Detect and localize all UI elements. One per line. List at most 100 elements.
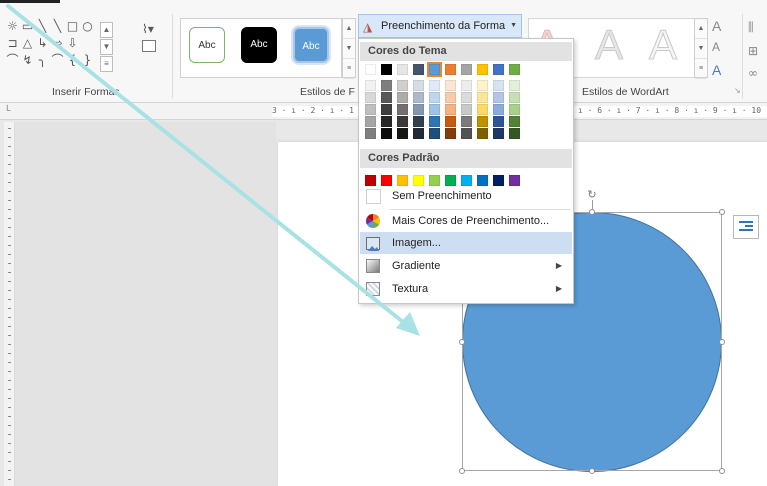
theme-shade-swatch[interactable] <box>445 128 456 139</box>
textbox-shape-icon[interactable]: ▭ <box>21 20 34 33</box>
wordart-scroll[interactable]: ▲ ▼ ≡ <box>694 18 708 79</box>
draw-textbox-icon[interactable] <box>142 40 156 52</box>
theme-shade-swatch[interactable] <box>509 116 520 127</box>
gradient-fill-item[interactable]: Gradiente ▶ <box>360 255 572 277</box>
shape-styles-scroll[interactable]: ▲ ▼ ≡ <box>342 18 356 79</box>
scroll-down-icon[interactable]: ▼ <box>343 39 355 59</box>
block-arrow-right-shape-icon[interactable]: ⇨ <box>51 37 64 50</box>
bracket-shape-icon[interactable]: ⊐ <box>6 37 19 50</box>
oval-shape-icon[interactable]: ○ <box>81 20 94 33</box>
dialog-launcher-icon[interactable]: ↘ <box>734 86 741 95</box>
theme-shade-swatch[interactable] <box>509 80 520 91</box>
gallery-up-icon[interactable]: ▲ <box>100 22 113 38</box>
theme-shade-swatch[interactable] <box>461 128 472 139</box>
theme-shade-swatch[interactable] <box>477 116 488 127</box>
edit-shape-icon[interactable]: ⌇▾ <box>142 22 154 36</box>
theme-shade-swatch[interactable] <box>397 80 408 91</box>
scroll-down-icon[interactable]: ▼ <box>695 39 707 59</box>
theme-shade-swatch[interactable] <box>413 80 424 91</box>
gallery-down-icon[interactable]: ▼ <box>100 39 113 55</box>
theme-shade-swatch[interactable] <box>445 80 456 91</box>
theme-shade-swatch[interactable] <box>429 104 440 115</box>
vertical-ruler[interactable] <box>4 122 15 486</box>
rectangle-shape-icon[interactable]: □ <box>66 20 79 33</box>
theme-shade-swatch[interactable] <box>493 92 504 103</box>
theme-shade-swatch[interactable] <box>381 80 392 91</box>
theme-shade-swatch[interactable] <box>493 116 504 127</box>
text-effects-button[interactable]: A <box>712 62 721 78</box>
shape-styles-gallery[interactable]: Abc Abc Abc <box>180 18 342 78</box>
arrow-line-shape-icon[interactable]: ╲ <box>51 20 64 33</box>
lightning-shape-icon[interactable]: ↯ <box>21 54 34 67</box>
theme-shade-swatch[interactable] <box>429 80 440 91</box>
theme-color-swatch[interactable] <box>477 64 488 75</box>
arc-shape-icon[interactable]: ⌒ <box>6 54 19 67</box>
theme-shade-swatch[interactable] <box>493 80 504 91</box>
resize-handle-top-right[interactable] <box>719 209 725 215</box>
resize-handle-left[interactable] <box>459 339 465 345</box>
more-fill-colors-item[interactable]: Mais Cores de Preenchimento... <box>360 210 572 232</box>
theme-shade-swatch[interactable] <box>461 92 472 103</box>
wordart-style-2[interactable]: A <box>594 21 623 69</box>
theme-shade-swatch[interactable] <box>477 104 488 115</box>
texture-fill-item[interactable]: Textura ▶ <box>360 278 572 300</box>
theme-shade-swatch[interactable] <box>509 128 520 139</box>
theme-shade-swatch[interactable] <box>461 116 472 127</box>
theme-shade-swatch[interactable] <box>509 104 520 115</box>
tab-selector-icon[interactable]: └ <box>4 105 14 116</box>
theme-color-swatch[interactable] <box>509 64 520 75</box>
more-icon[interactable]: ≡ <box>343 59 355 79</box>
theme-shade-swatch[interactable] <box>365 116 376 127</box>
theme-shade-swatch[interactable] <box>413 128 424 139</box>
theme-shade-swatch[interactable] <box>365 92 376 103</box>
theme-shade-swatch[interactable] <box>509 92 520 103</box>
theme-shade-swatch[interactable] <box>397 116 408 127</box>
theme-color-swatch[interactable] <box>445 64 456 75</box>
theme-shade-swatch[interactable] <box>413 92 424 103</box>
scroll-up-icon[interactable]: ▲ <box>343 19 355 39</box>
curve-shape-icon[interactable]: ╮ <box>36 54 49 67</box>
right-brace-shape-icon[interactable]: } <box>81 54 94 67</box>
theme-shade-swatch[interactable] <box>397 128 408 139</box>
theme-color-swatch[interactable] <box>365 64 376 75</box>
freeform-shape-icon[interactable]: ⌒ <box>51 54 64 67</box>
theme-shade-swatch[interactable] <box>493 128 504 139</box>
resize-handle-right[interactable] <box>719 339 725 345</box>
block-arrow-down-shape-icon[interactable]: ⇩ <box>66 37 79 50</box>
theme-shade-swatch[interactable] <box>429 92 440 103</box>
shapes-gallery[interactable]: ☼ ▭ ╲ ╲ □ ○ ⊐ △ ↳ ⇨ ⇩ ⌒ ↯ ╮ ⌒ { } ▲ ▼ ≡ <box>6 20 134 72</box>
theme-shade-swatch[interactable] <box>381 116 392 127</box>
shape-style-blue[interactable]: Abc <box>293 27 329 63</box>
text-fill-button[interactable]: A <box>712 18 721 34</box>
theme-shade-swatch[interactable] <box>381 104 392 115</box>
theme-shade-swatch[interactable] <box>397 92 408 103</box>
resize-handle-bottom-right[interactable] <box>719 468 725 474</box>
theme-shade-swatch[interactable] <box>477 92 488 103</box>
theme-shade-swatch[interactable] <box>493 104 504 115</box>
no-fill-item[interactable]: Sem Preenchimento <box>360 185 572 207</box>
theme-shade-swatch[interactable] <box>429 128 440 139</box>
left-brace-shape-icon[interactable]: { <box>66 54 79 67</box>
theme-shade-swatch[interactable] <box>365 104 376 115</box>
theme-color-swatch[interactable] <box>493 64 504 75</box>
theme-shade-swatch[interactable] <box>381 92 392 103</box>
theme-shade-swatch[interactable] <box>413 104 424 115</box>
bent-arrow-shape-icon[interactable]: ↳ <box>36 37 49 50</box>
theme-shade-swatch[interactable] <box>445 116 456 127</box>
theme-color-swatch[interactable] <box>397 64 408 75</box>
shape-style-outline[interactable]: Abc <box>189 27 225 63</box>
rotation-handle-icon[interactable]: ↻ <box>586 189 598 201</box>
resize-handle-top[interactable] <box>589 209 595 215</box>
theme-shade-swatch[interactable] <box>477 80 488 91</box>
theme-shade-swatch[interactable] <box>445 92 456 103</box>
theme-shade-swatch[interactable] <box>365 128 376 139</box>
theme-shade-swatch[interactable] <box>429 116 440 127</box>
more-icon[interactable]: ≡ <box>695 59 707 79</box>
theme-shade-swatch[interactable] <box>445 104 456 115</box>
layout-options-button[interactable] <box>733 215 759 239</box>
link-icon[interactable]: ∞ <box>748 66 758 80</box>
align-text-icon[interactable]: ⫼ <box>748 20 754 35</box>
triangle-shape-icon[interactable]: △ <box>21 37 34 50</box>
text-outline-button[interactable]: A <box>712 40 720 54</box>
theme-shade-swatch[interactable] <box>477 128 488 139</box>
